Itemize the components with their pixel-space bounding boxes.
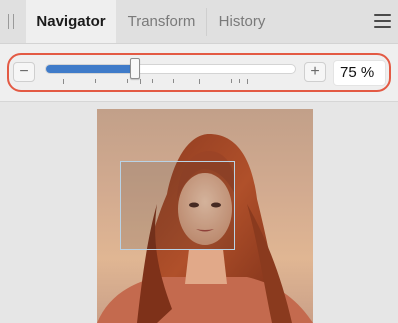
zoom-slider-thumb[interactable] xyxy=(130,58,141,79)
slider-tick xyxy=(140,79,141,84)
slider-tick xyxy=(231,79,232,83)
tab-transform[interactable]: Transform xyxy=(117,0,206,43)
zoom-out-button[interactable]: − xyxy=(13,62,35,82)
tab-label: Navigator xyxy=(36,13,106,30)
slider-tick xyxy=(152,79,153,83)
panel-tab-bar: Navigator Transform History xyxy=(0,0,398,44)
tab-history[interactable]: History xyxy=(207,0,277,43)
plus-icon: + xyxy=(310,63,320,80)
image-thumbnail xyxy=(97,109,313,323)
hamburger-menu-icon[interactable] xyxy=(374,14,391,28)
slider-tick xyxy=(173,79,174,83)
minus-icon: − xyxy=(19,63,29,80)
tab-navigator[interactable]: Navigator xyxy=(26,0,116,43)
zoom-slider-fill xyxy=(46,65,135,73)
grip-handle-icon[interactable] xyxy=(8,14,14,29)
slider-tick xyxy=(63,79,64,84)
zoom-level-value: 75 % xyxy=(340,64,375,81)
tab-label: Transform xyxy=(127,13,196,30)
zoom-in-button[interactable]: + xyxy=(304,62,326,82)
slider-tick xyxy=(247,79,248,84)
navigator-preview-area xyxy=(0,102,398,323)
viewport-frame[interactable] xyxy=(120,161,235,250)
zoom-level-field[interactable]: 75 % xyxy=(333,60,386,86)
zoom-slider-track[interactable] xyxy=(45,64,296,74)
slider-tick xyxy=(127,79,128,83)
slider-tick xyxy=(199,79,200,84)
slider-tick xyxy=(239,79,240,83)
tab-label: History xyxy=(218,13,266,30)
slider-tick xyxy=(95,79,96,83)
